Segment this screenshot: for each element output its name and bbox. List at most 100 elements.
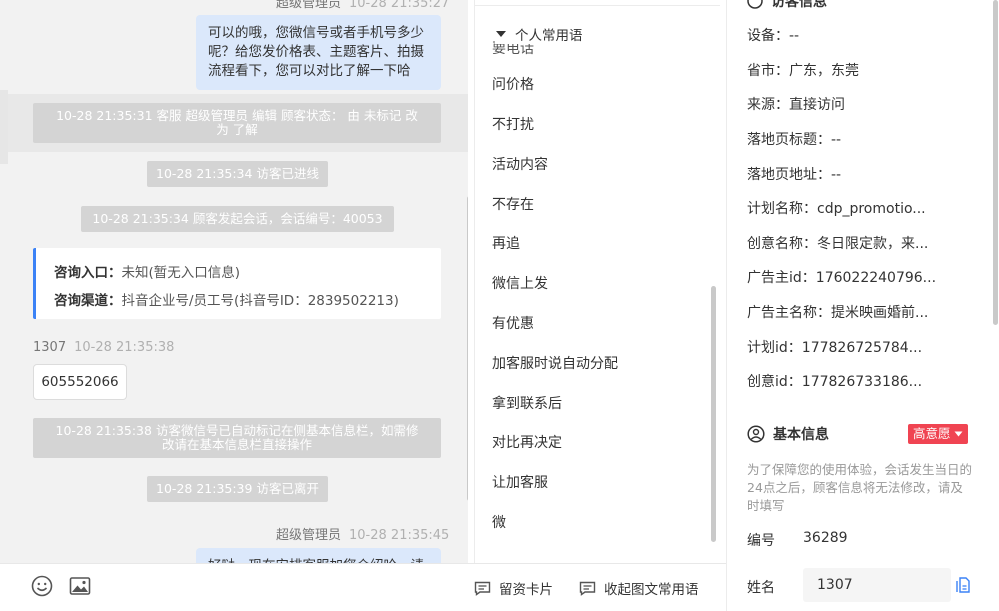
info-value: 广东，东莞: [789, 63, 859, 79]
intent-level-dropdown[interactable]: 高意愿: [908, 424, 968, 444]
basic-info-header: 基本信息: [747, 424, 829, 444]
caret-down-icon: [496, 31, 506, 37]
system-line: 10-28 21:35:31 客服 超级管理员 编辑 顾客状态： 由 未标记 改: [56, 108, 418, 123]
message-time: 10-28 21:35:27: [349, 0, 450, 11]
info-label: 计划名称：: [747, 201, 817, 217]
info-label: 来源：: [747, 97, 789, 113]
consult-info-card: 咨询入口：未知(暂无入口信息) 咨询渠道：抖音企业号/员工号(抖音号ID：283…: [33, 248, 441, 319]
info-row-advertiser-name: 广告主名称：提米映画婚前...: [747, 302, 928, 322]
image-icon[interactable]: [68, 574, 92, 598]
message-card-icon: [579, 581, 596, 596]
phrase-item[interactable]: 再追: [492, 233, 520, 253]
info-label: 设备：: [747, 28, 789, 44]
user-circle-icon: [747, 425, 765, 443]
system-message-entered: 10-28 21:35:34 访客已进线: [147, 161, 328, 187]
visitor-info-title: 访客信息: [771, 0, 827, 10]
intent-level-label: 高意愿: [913, 426, 951, 441]
system-message-left: 10-28 21:35:39 访客已离开: [147, 476, 328, 502]
visitor-name: 1307: [33, 340, 67, 355]
info-value: cdp_promotio...: [817, 201, 926, 217]
entry-row: 咨询入口：未知(暂无入口信息): [54, 259, 423, 287]
visitor-message-bubble[interactable]: 605552066: [33, 364, 127, 400]
message-time: 10-28 21:35:38: [74, 340, 175, 355]
info-label: 广告主id：: [747, 270, 816, 286]
phrase-item[interactable]: 拿到联系后: [492, 393, 562, 413]
lead-card-label: 留资卡片: [499, 582, 553, 598]
phrase-item[interactable]: 对比再决定: [492, 432, 562, 452]
basic-info-title: 基本信息: [773, 427, 829, 443]
edit-notice: 为了保障您的使用体验，会话发生当日的24点之后，顾客信息将无法修改，请及时填写: [747, 462, 973, 513]
divider: [475, 5, 720, 6]
info-label: 落地页标题：: [747, 132, 831, 148]
info-value: --: [831, 167, 842, 183]
phrase-item[interactable]: 不存在: [492, 194, 534, 214]
phrase-item[interactable]: 问价格: [492, 74, 534, 94]
info-value: 177826725784...: [801, 340, 923, 356]
id-label: 编号: [747, 533, 775, 549]
visitor-info-header: 访客信息: [747, 0, 827, 11]
message-header: 超级管理员 10-28 21:35:27: [276, 0, 449, 11]
info-value: 冬日限定款，来...: [817, 236, 929, 252]
phrase-group-header[interactable]: 个人常用语: [495, 24, 589, 44]
left-edge-strip: [0, 90, 8, 164]
info-value: --: [831, 132, 842, 148]
info-row-plan-name: 计划名称：cdp_promotio...: [747, 198, 926, 218]
info-row-landing-title: 落地页标题：--: [747, 129, 841, 149]
entry-value: 未知(暂无入口信息): [121, 265, 241, 281]
phrase-item[interactable]: 加客服时说自动分配: [492, 353, 618, 373]
phrase-item[interactable]: 有优惠: [492, 313, 534, 333]
info-row-creative-name: 创意名称：冬日限定款，来...: [747, 233, 928, 253]
phrase-item[interactable]: 微信上发: [492, 273, 548, 293]
channel-value: 抖音企业号/员工号(抖音号ID：2839502213): [121, 293, 399, 309]
channel-label: 咨询渠道：: [54, 293, 122, 309]
phrase-item[interactable]: 不打扰: [492, 114, 534, 134]
bubble-line: 可以的哦，您微信号或者手机号多少: [208, 25, 424, 41]
group-label: 个人常用语: [515, 28, 583, 44]
info-scrollbar[interactable]: [993, 0, 998, 325]
info-label: 广告主名称：: [747, 305, 831, 321]
info-label: 创意id：: [747, 374, 802, 390]
phrase-item[interactable]: 活动内容: [492, 154, 548, 174]
visitor-message-header: 1307 10-28 21:35:38: [33, 340, 174, 355]
system-message-wechat: 10-28 21:35:38 访客微信号已自动标记在侧基本信息栏，如需修 改请在…: [33, 418, 441, 458]
phrases-panel: 要电话 个人常用语 问价格 不打扰 活动内容 不存在 再追 微信上发 有优惠 加…: [474, 0, 720, 563]
sender-name: 超级管理员: [276, 0, 342, 11]
system-message-status-change: 10-28 21:35:31 客服 超级管理员 编辑 顾客状态： 由 未标记 改…: [33, 103, 441, 143]
info-value: 177826733186...: [801, 374, 923, 390]
chat-panel: 超级管理员 10-28 21:35:27 可以的哦，您微信号或者手机号多少 呢？给…: [0, 0, 468, 611]
name-label: 姓名: [747, 580, 775, 596]
system-line: 10-28 21:35:38 访客微信号已自动标记在侧基本信息栏，如需修: [55, 423, 419, 438]
info-label: 落地页地址：: [747, 167, 831, 183]
lead-card-button[interactable]: 留资卡片: [474, 578, 553, 598]
collapse-phrases-button[interactable]: 收起图文常用语: [579, 578, 699, 598]
collapse-phrases-label: 收起图文常用语: [604, 582, 699, 598]
info-row-region: 省市：广东，东莞: [747, 60, 859, 80]
name-input[interactable]: 1307: [803, 568, 951, 602]
info-label: 创意名称：: [747, 236, 817, 252]
chat-scrollbar[interactable]: [467, 196, 468, 501]
info-row-plan-id: 计划id：177826725784...: [747, 337, 922, 357]
copy-icon[interactable]: [956, 577, 970, 593]
entry-label: 咨询入口：: [54, 265, 122, 281]
user-circle-icon: [747, 0, 763, 9]
info-row-advertiser-id: 广告主id：17602224079​6...: [747, 267, 936, 287]
phrase-item[interactable]: 微: [492, 512, 506, 532]
smiley-icon[interactable]: [30, 574, 54, 598]
phrases-scrollbar[interactable]: [711, 286, 716, 542]
sender-name: 超级管理员: [276, 528, 342, 543]
visitor-info-panel: 访客信息 设备：-- 省市：广东，东莞 来源：直接访问 落地页标题：-- 落地页…: [726, 0, 999, 611]
phrase-item[interactable]: 让加客服: [492, 472, 548, 492]
caret-down-icon: [954, 431, 963, 437]
system-line: 改请在基本信息栏直接操作: [161, 437, 312, 452]
info-value: 提米映画婚前...: [831, 305, 929, 321]
agent-message-bubble: 可以的哦，您微信号或者手机号多少 呢？给您发价格表、主题客片、拍摄 流程看下，您…: [196, 15, 441, 90]
message-header: 超级管理员 10-28 21:35:45: [276, 524, 449, 543]
bubble-line: 呢？给您发价格表、主题客片、拍摄: [208, 44, 424, 60]
bubble-line: 流程看下，您可以对比了解一下哈: [208, 63, 411, 79]
system-line: 为 了解: [216, 122, 258, 137]
info-row-device: 设备：--: [747, 25, 799, 45]
info-row-landing-url: 落地页地址：--: [747, 164, 841, 184]
channel-row: 咨询渠道：抖音企业号/员工号(抖音号ID：2839502213): [54, 287, 423, 315]
id-value: 36289: [803, 530, 848, 546]
system-message-session: 10-28 21:35:34 顾客发起会话，会话编号：40053: [81, 206, 394, 232]
